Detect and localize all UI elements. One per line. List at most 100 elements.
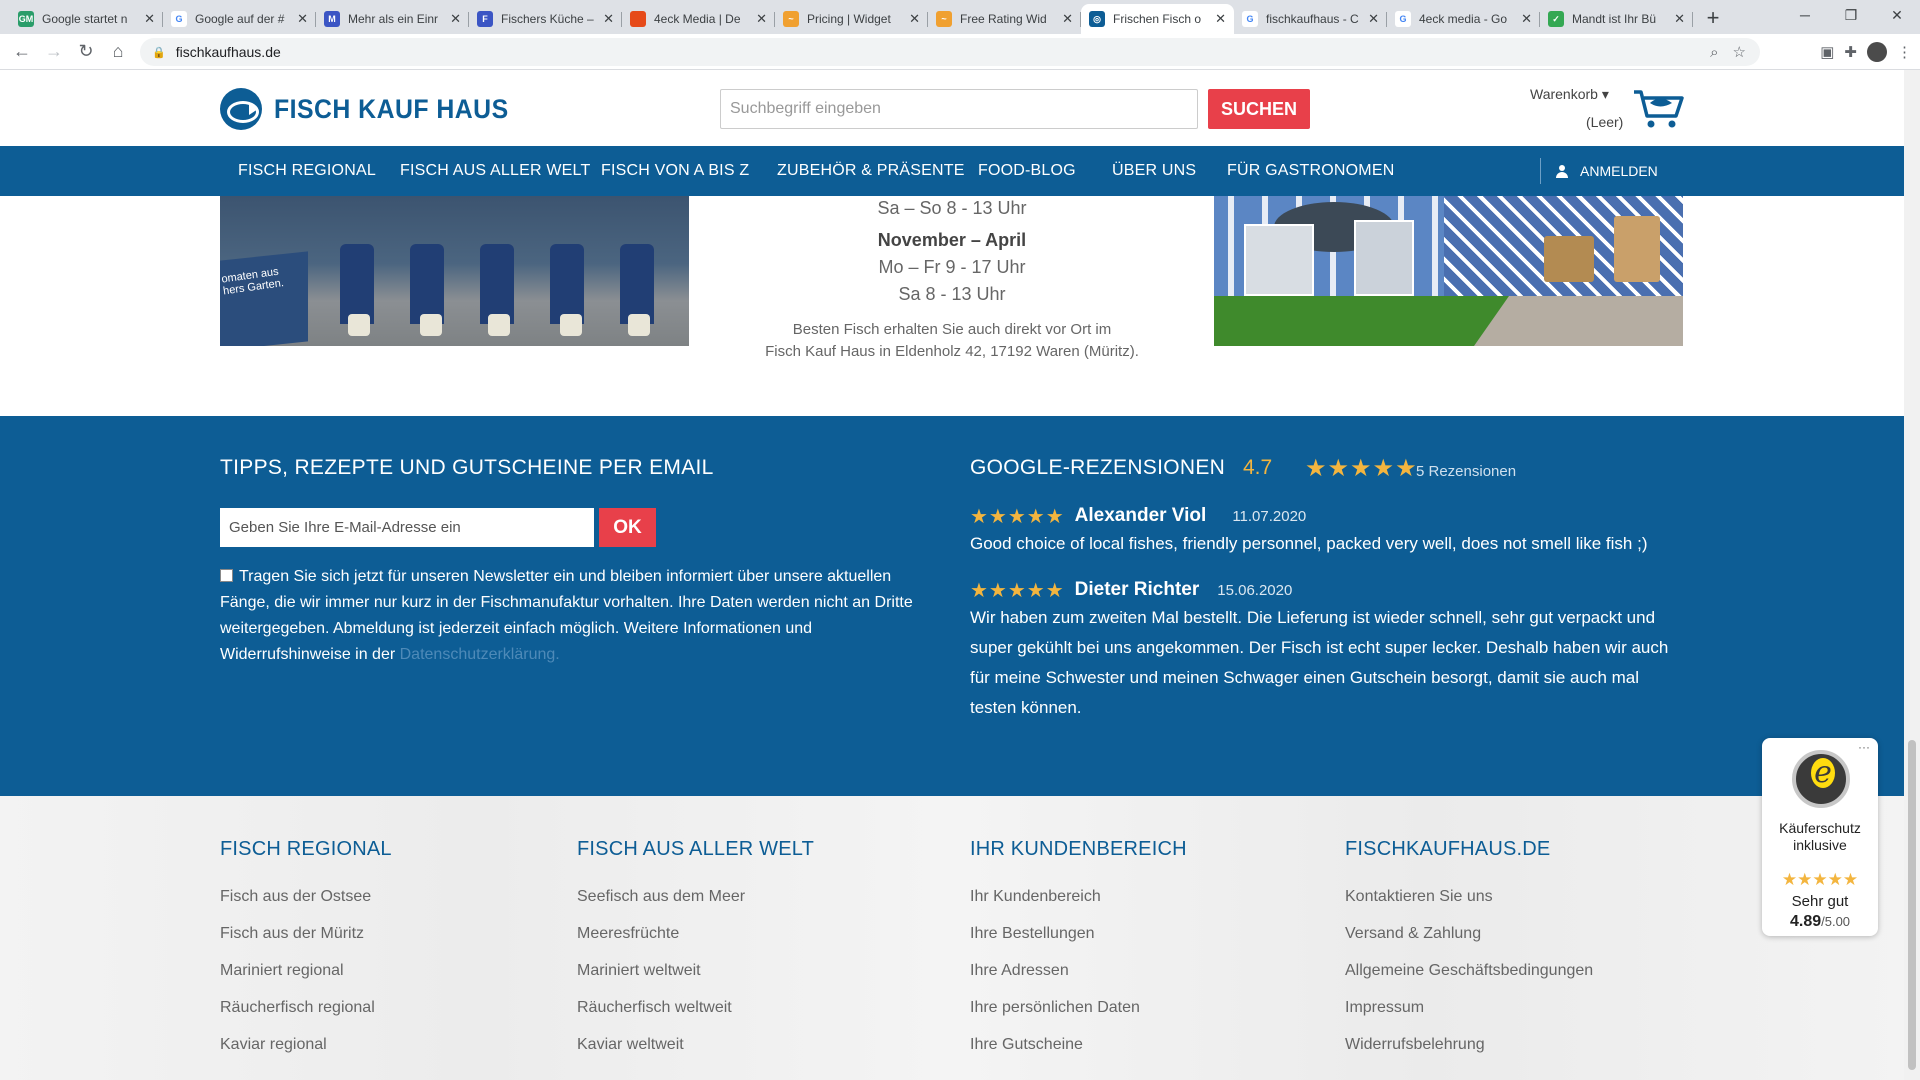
profile-avatar[interactable] xyxy=(1867,42,1887,62)
review-text: Good choice of local fishes, friendly pe… xyxy=(970,534,1648,553)
browser-tab[interactable]: M Mehr als ein Einr ✕ xyxy=(316,4,469,34)
tab-close-icon[interactable]: ✕ xyxy=(909,11,920,27)
footer-link[interactable]: Kontaktieren Sie uns xyxy=(1345,888,1493,906)
extensions-icon[interactable]: ✚ xyxy=(1844,43,1857,61)
new-tab-button[interactable]: + xyxy=(1699,4,1727,32)
address-bar[interactable]: 🔒 fischkaufhaus.de ⌕ ☆ xyxy=(140,38,1760,66)
nav-zubehoer-praesente[interactable]: ZUBEHÖR & PRÄSENTE xyxy=(777,146,965,196)
login-link[interactable]: ANMELDEN xyxy=(1556,146,1658,196)
search-button[interactable]: SUCHEN xyxy=(1208,89,1310,129)
photo-boot xyxy=(488,314,510,336)
home-icon[interactable]: ⌂ xyxy=(102,36,134,68)
tab-close-icon[interactable]: ✕ xyxy=(1521,11,1532,27)
consent-checkbox[interactable] xyxy=(220,569,233,582)
footer-link[interactable]: Mariniert regional xyxy=(220,962,344,980)
store-info-section: omaten aus hers Garten. Sa – So 8 - 13 U… xyxy=(0,196,1904,416)
privacy-link[interactable]: Datenschutzerklärung. xyxy=(400,646,560,663)
footer-link[interactable]: Impressum xyxy=(1345,999,1424,1017)
tab-close-icon[interactable]: ✕ xyxy=(144,11,155,27)
minimize-icon[interactable]: ─ xyxy=(1782,0,1828,30)
scrollbar-thumb[interactable] xyxy=(1908,740,1916,1070)
browser-tab[interactable]: ◎ Frischen Fisch o ✕ xyxy=(1081,4,1234,34)
newsletter-ok-button[interactable]: OK xyxy=(599,508,656,547)
tab-close-icon[interactable]: ✕ xyxy=(297,11,308,27)
footer-link[interactable]: Kaviar weltweit xyxy=(577,1036,684,1054)
browser-tab[interactable]: ✓ Mandt ist Ihr Bü ✕ xyxy=(1540,4,1693,34)
footer-link[interactable]: Mariniert weltweit xyxy=(577,962,701,980)
site-header: FISCH KAUF HAUS Suchbegriff eingeben SUC… xyxy=(0,70,1904,146)
footer-link[interactable]: Meeresfrüchte xyxy=(577,925,679,943)
fish-logo-icon xyxy=(220,88,262,130)
tab-close-icon[interactable]: ✕ xyxy=(1368,11,1379,27)
cart-icon[interactable] xyxy=(1632,88,1684,130)
tab-close-icon[interactable]: ✕ xyxy=(1062,11,1073,27)
nav-fisch-von-a-bis-z[interactable]: FISCH VON A BIS Z xyxy=(601,146,749,196)
back-icon[interactable]: ← xyxy=(6,36,38,68)
nav-fisch-regional[interactable]: FISCH REGIONAL xyxy=(238,146,376,196)
cast-icon[interactable]: ▣ xyxy=(1820,43,1834,61)
tab-favicon-icon: ~ xyxy=(936,11,952,27)
footer-link[interactable]: Seefisch aus dem Meer xyxy=(577,888,745,906)
nav-food-blog[interactable]: FOOD-BLOG xyxy=(978,146,1076,196)
browser-tab[interactable]: GM Google startet n ✕ xyxy=(10,4,163,34)
footer-link[interactable]: Ihre Bestellungen xyxy=(970,925,1095,943)
search-input[interactable]: Suchbegriff eingeben xyxy=(720,89,1198,129)
footer-link[interactable]: Ihre Adressen xyxy=(970,962,1069,980)
bookmark-star-icon[interactable]: ☆ xyxy=(1733,43,1746,61)
browser-tab[interactable]: F Fischers Küche – ✕ xyxy=(469,4,622,34)
footer-link[interactable]: Ihr Kundenbereich xyxy=(970,888,1101,906)
footer-link[interactable]: Widerrufsbelehrung xyxy=(1345,1036,1485,1054)
footer-link[interactable]: Versand & Zahlung xyxy=(1345,925,1481,943)
forward-icon[interactable]: → xyxy=(38,36,70,68)
nav-ueber-uns[interactable]: ÜBER UNS xyxy=(1112,146,1196,196)
google-rating-stars: ★★★★★ xyxy=(1305,455,1418,482)
footer-link[interactable]: Fisch aus der Müritz xyxy=(220,925,364,943)
footer-link[interactable]: Kaviar regional xyxy=(220,1036,327,1054)
tab-close-icon[interactable]: ✕ xyxy=(450,11,461,27)
google-review-count[interactable]: 5 Rezensionen xyxy=(1416,463,1516,480)
logo-text: FISCH KAUF HAUS xyxy=(274,93,509,124)
site-logo[interactable]: FISCH KAUF HAUS xyxy=(220,88,529,130)
zoom-icon[interactable]: ⌕ xyxy=(1710,44,1718,61)
email-input[interactable]: Geben Sie Ihre E-Mail-Adresse ein xyxy=(220,508,594,547)
cart-dropdown[interactable]: Warenkorb ▾ xyxy=(1530,86,1609,103)
menu-dots-icon[interactable]: ⋮ xyxy=(1897,43,1912,61)
footer-heading[interactable]: FISCH AUS ALLER WELT xyxy=(577,838,814,861)
badge-options-icon[interactable]: ··· xyxy=(1858,740,1870,754)
footer-link[interactable]: Fisch aus der Ostsee xyxy=(220,888,371,906)
tab-close-icon[interactable]: ✕ xyxy=(1674,11,1685,27)
restore-icon[interactable]: ❐ xyxy=(1828,0,1874,30)
tab-title: Mehr als ein Einr xyxy=(348,12,439,26)
close-window-icon[interactable]: ✕ xyxy=(1874,0,1920,30)
nav-fuer-gastronomen[interactable]: FÜR GASTRONOMEN xyxy=(1227,146,1394,196)
browser-tab[interactable]: G Google auf der # ✕ xyxy=(163,4,316,34)
browser-tab[interactable]: ~ Free Rating Wid ✕ xyxy=(928,4,1081,34)
footer-link[interactable]: Räucherfisch weltweit xyxy=(577,999,732,1017)
page-scrollbar[interactable] xyxy=(1904,70,1920,1080)
tab-title: Google auf der # xyxy=(195,12,285,26)
trusted-shops-badge[interactable]: ··· Käuferschutz inklusive ★★★★★ Sehr gu… xyxy=(1762,738,1878,936)
photo-figure xyxy=(480,244,514,324)
window-controls: ─ ❐ ✕ xyxy=(1782,0,1920,30)
browser-tab[interactable]: ~ Pricing | Widget ✕ xyxy=(775,4,928,34)
browser-tab[interactable]: 4eck Media | De ✕ xyxy=(622,4,775,34)
review-text: Wir haben zum zweiten Mal bestellt. Die … xyxy=(970,608,1669,717)
footer-heading[interactable]: FISCH REGIONAL xyxy=(220,838,392,861)
tab-close-icon[interactable]: ✕ xyxy=(603,11,614,27)
tab-title: Free Rating Wid xyxy=(960,12,1047,26)
footer-link[interactable]: Ihre Gutscheine xyxy=(970,1036,1083,1054)
footer-heading[interactable]: FISCHKAUFHAUS.DE xyxy=(1345,838,1550,861)
trusted-shops-seal-icon xyxy=(1792,750,1850,808)
footer-heading[interactable]: IHR KUNDENBEREICH xyxy=(970,838,1187,861)
browser-tab[interactable]: Gfischkaufhaus - C ✕ xyxy=(1234,4,1387,34)
team-photo: omaten aus hers Garten. xyxy=(220,196,689,346)
footer-link[interactable]: Ihre persönlichen Daten xyxy=(970,999,1140,1017)
browser-tab[interactable]: G 4eck media - Go ✕ xyxy=(1387,4,1540,34)
reload-icon[interactable]: ↻ xyxy=(70,36,102,68)
main-nav: FISCH REGIONAL FISCH AUS ALLER WELT FISC… xyxy=(0,146,1904,196)
footer-link[interactable]: Räucherfisch regional xyxy=(220,999,375,1017)
tab-close-icon[interactable]: ✕ xyxy=(756,11,767,27)
tab-close-icon[interactable]: ✕ xyxy=(1215,11,1226,27)
footer-link[interactable]: Allgemeine Geschäftsbedingungen xyxy=(1345,962,1593,980)
nav-fisch-aus-aller-welt[interactable]: FISCH AUS ALLER WELT xyxy=(400,146,590,196)
